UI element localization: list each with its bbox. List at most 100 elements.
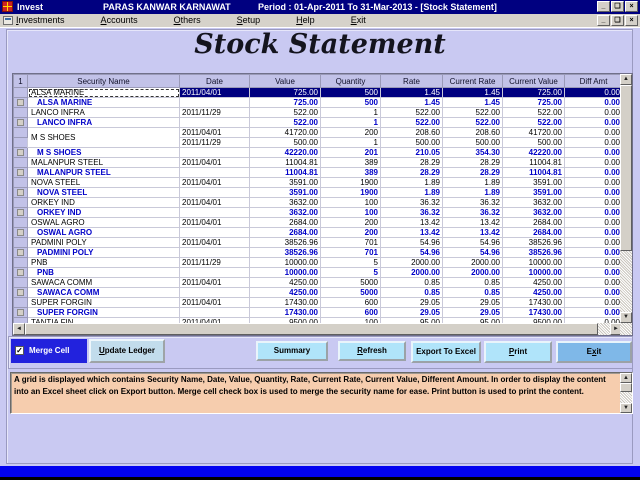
cell-value[interactable]: 500.00 bbox=[250, 138, 321, 148]
cell-cvalue[interactable]: 522.00 bbox=[503, 118, 565, 128]
grid-row[interactable]: OSWAL AGRO2684.0020013.4213.422684.000.0… bbox=[14, 228, 623, 238]
cell-date[interactable]: 2011/04/01 bbox=[180, 178, 250, 188]
help-scroll-thumb[interactable] bbox=[620, 383, 632, 392]
cell-security-name[interactable]: MALANPUR STEEL bbox=[28, 158, 180, 168]
print-button[interactable]: Print bbox=[484, 341, 552, 363]
cell-diff[interactable]: 0.00 bbox=[565, 198, 623, 208]
cell-qty[interactable]: 1900 bbox=[321, 188, 381, 198]
cell-cvalue[interactable]: 725.00 bbox=[503, 88, 565, 98]
cell-date[interactable]: 2011/04/01 bbox=[180, 158, 250, 168]
cell-qty[interactable]: 200 bbox=[321, 128, 381, 138]
group-marker-icon[interactable] bbox=[17, 149, 24, 156]
cell-value[interactable]: 725.00 bbox=[250, 98, 321, 108]
cell-date[interactable]: 2011/11/29 bbox=[180, 138, 250, 148]
cell-rate[interactable]: 522.00 bbox=[381, 118, 443, 128]
cell-value[interactable]: 725.00 bbox=[250, 88, 321, 98]
cell-security-name[interactable]: ALSA MARINE bbox=[28, 98, 180, 108]
grid-row[interactable]: PADMINI POLY38526.9670154.9654.9638526.9… bbox=[14, 248, 623, 258]
grid-row[interactable]: SAWACA COMM4250.0050000.850.854250.000.0… bbox=[14, 288, 623, 298]
cell-cvalue[interactable]: 3591.00 bbox=[503, 188, 565, 198]
minimize-icon[interactable]: _ bbox=[597, 1, 610, 12]
scroll-down-icon[interactable]: ▼ bbox=[620, 312, 632, 323]
group-marker-icon[interactable] bbox=[17, 99, 24, 106]
cell-value[interactable]: 3591.00 bbox=[250, 178, 321, 188]
cell-date[interactable]: 2011/04/01 bbox=[180, 128, 250, 138]
cell-crate[interactable]: 0.85 bbox=[443, 278, 503, 288]
cell-value[interactable]: 3632.00 bbox=[250, 198, 321, 208]
grid-row[interactable]: NOVA STEEL2011/04/013591.0019001.891.893… bbox=[14, 178, 623, 188]
cell-diff[interactable]: 0.00 bbox=[565, 218, 623, 228]
cell-qty[interactable]: 5000 bbox=[321, 288, 381, 298]
cell-cvalue[interactable]: 725.00 bbox=[503, 98, 565, 108]
cell-cvalue[interactable]: 3632.00 bbox=[503, 198, 565, 208]
help-scroll-track[interactable] bbox=[620, 383, 632, 403]
cell-date[interactable] bbox=[180, 118, 250, 128]
menu-item-exit[interactable]: Exit bbox=[351, 14, 366, 27]
cell-value[interactable]: 2684.00 bbox=[250, 228, 321, 238]
cell-rate[interactable]: 208.60 bbox=[381, 128, 443, 138]
cell-rate[interactable]: 1.89 bbox=[381, 178, 443, 188]
cell-qty[interactable]: 1 bbox=[321, 138, 381, 148]
grid-row[interactable]: MALANPUR STEEL2011/04/0111004.8138928.29… bbox=[14, 158, 623, 168]
cell-date[interactable]: 2011/04/01 bbox=[180, 218, 250, 228]
cell-qty[interactable]: 5 bbox=[321, 258, 381, 268]
cell-security-name[interactable]: M S SHOES bbox=[28, 128, 180, 148]
cell-value[interactable]: 38526.96 bbox=[250, 238, 321, 248]
cell-date[interactable] bbox=[180, 208, 250, 218]
cell-value[interactable]: 522.00 bbox=[250, 108, 321, 118]
scroll-left-icon[interactable]: ◄ bbox=[13, 323, 25, 335]
cell-value[interactable]: 4250.00 bbox=[250, 278, 321, 288]
cell-rate[interactable]: 522.00 bbox=[381, 108, 443, 118]
refresh-button[interactable]: Refresh bbox=[338, 341, 406, 361]
cell-crate[interactable]: 36.32 bbox=[443, 208, 503, 218]
cell-cvalue[interactable]: 3591.00 bbox=[503, 178, 565, 188]
cell-date[interactable] bbox=[180, 98, 250, 108]
cell-qty[interactable]: 5000 bbox=[321, 278, 381, 288]
cell-cvalue[interactable]: 17430.00 bbox=[503, 308, 565, 318]
cell-cvalue[interactable]: 38526.96 bbox=[503, 248, 565, 258]
cell-security-name[interactable]: OSWAL AGRO bbox=[28, 218, 180, 228]
cell-rate[interactable]: 2000.00 bbox=[381, 258, 443, 268]
cell-date[interactable] bbox=[180, 248, 250, 258]
cell-qty[interactable]: 5 bbox=[321, 268, 381, 278]
cell-diff[interactable]: 0.00 bbox=[565, 268, 623, 278]
grid-row[interactable]: SUPER FORGIN17430.0060029.0529.0517430.0… bbox=[14, 308, 623, 318]
cell-crate[interactable]: 28.29 bbox=[443, 168, 503, 178]
cell-security-name[interactable]: SAWACA COMM bbox=[28, 278, 180, 288]
cell-qty[interactable]: 600 bbox=[321, 298, 381, 308]
cell-cvalue[interactable]: 10000.00 bbox=[503, 258, 565, 268]
mdi-close-icon[interactable]: × bbox=[625, 15, 638, 26]
cell-diff[interactable]: 0.00 bbox=[565, 288, 623, 298]
cell-diff[interactable]: 0.00 bbox=[565, 278, 623, 288]
cell-security-name[interactable]: ORKEY IND bbox=[28, 198, 180, 208]
grid-row[interactable]: SUPER FORGIN2011/04/0117430.0060029.0529… bbox=[14, 298, 623, 308]
cell-qty[interactable]: 600 bbox=[321, 308, 381, 318]
update-ledger-button[interactable]: Update Ledger bbox=[89, 339, 165, 363]
group-marker-icon[interactable] bbox=[17, 189, 24, 196]
cell-diff[interactable]: 0.00 bbox=[565, 298, 623, 308]
grid-row[interactable]: ORKEY IND3632.0010036.3236.323632.000.00 bbox=[14, 208, 623, 218]
group-marker-icon[interactable] bbox=[17, 169, 24, 176]
cell-security-name[interactable]: NOVA STEEL bbox=[28, 178, 180, 188]
help-scroll-up-icon[interactable]: ▲ bbox=[620, 373, 632, 383]
menu-item-help[interactable]: Help bbox=[296, 14, 315, 27]
cell-qty[interactable]: 200 bbox=[321, 228, 381, 238]
cell-cvalue[interactable]: 11004.81 bbox=[503, 158, 565, 168]
cell-security-name[interactable]: PNB bbox=[28, 258, 180, 268]
cell-crate[interactable]: 29.05 bbox=[443, 298, 503, 308]
cell-qty[interactable]: 100 bbox=[321, 208, 381, 218]
cell-cvalue[interactable]: 11004.81 bbox=[503, 168, 565, 178]
cell-security-name[interactable]: PADMINI POLY bbox=[28, 238, 180, 248]
cell-diff[interactable]: 0.00 bbox=[565, 148, 623, 158]
merge-cell-checkbox[interactable]: ✓ bbox=[15, 346, 24, 355]
help-scrollbar[interactable]: ▲ ▼ bbox=[620, 373, 632, 413]
cell-qty[interactable]: 701 bbox=[321, 248, 381, 258]
cell-diff[interactable]: 0.00 bbox=[565, 238, 623, 248]
hscroll-track[interactable] bbox=[25, 323, 610, 335]
cell-date[interactable] bbox=[180, 148, 250, 158]
cell-diff[interactable]: 0.00 bbox=[565, 228, 623, 238]
cell-cvalue[interactable]: 500.00 bbox=[503, 138, 565, 148]
menu-item-investments[interactable]: Investments bbox=[16, 14, 65, 27]
grid-row[interactable]: OSWAL AGRO2011/04/012684.0020013.4213.42… bbox=[14, 218, 623, 228]
cell-security-name[interactable]: SAWACA COMM bbox=[28, 288, 180, 298]
